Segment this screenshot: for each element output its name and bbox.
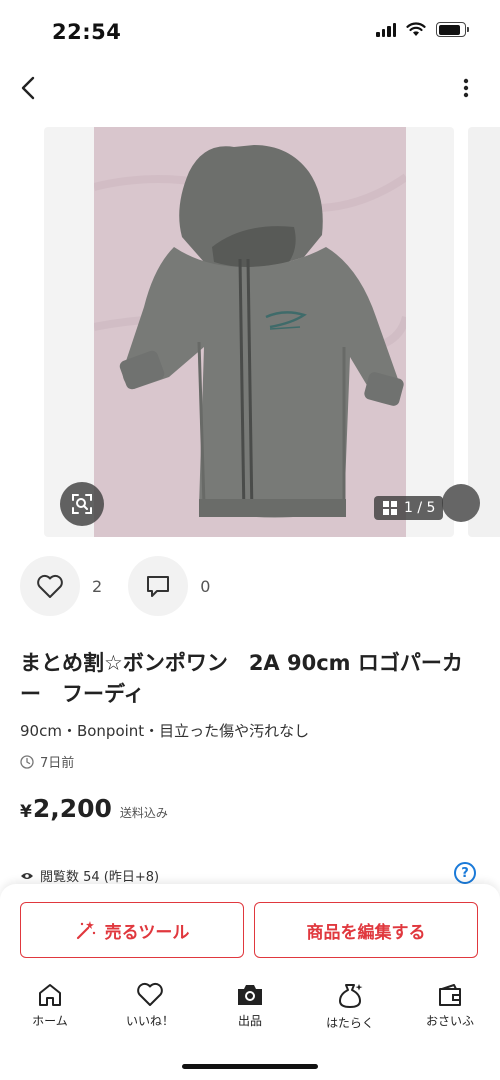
sell-tool-button[interactable]: 売るツール	[20, 902, 244, 958]
price-value: 2,200	[32, 794, 112, 823]
image-search-icon	[72, 494, 92, 514]
next-image-button[interactable]	[442, 484, 480, 522]
tab-home[interactable]: ホーム	[0, 982, 100, 1034]
tab-listing[interactable]: 出品	[200, 982, 300, 1034]
status-time: 22:54	[52, 20, 122, 44]
price-currency: ¥	[20, 802, 32, 822]
vertical-ellipsis-icon	[463, 78, 469, 98]
battery-icon	[436, 22, 469, 37]
item-title: まとめ割☆ボンポワン 2A 90cm ロゴパーカー フーディ	[20, 651, 463, 706]
like-count: 2	[92, 576, 103, 596]
help-button[interactable]: ?	[454, 862, 476, 884]
like-button[interactable]	[20, 556, 80, 616]
tab-wallet-label: おさいふ	[425, 1014, 474, 1028]
bottom-panel: 売るツール 商品を編集する ホーム いいね！ 出品 はたらく おさいふ	[0, 884, 500, 1080]
wallet-icon	[439, 984, 461, 1006]
sell-tool-label: 売るツール	[104, 922, 190, 943]
more-options-button[interactable]	[452, 72, 480, 104]
comment-button[interactable]	[128, 556, 189, 616]
image-carousel[interactable]	[44, 127, 500, 537]
clock-icon	[20, 754, 34, 769]
price: ¥ 2,200 送料込み	[20, 794, 168, 823]
image-counter-text: 1 / 5	[404, 500, 436, 516]
tab-work-label: はたらく	[326, 1016, 374, 1030]
product-photo[interactable]	[94, 127, 406, 537]
view-count-text: 閲覧数 54 (昨日+8)	[40, 870, 160, 885]
home-icon	[39, 984, 61, 1006]
heart-icon	[137, 982, 163, 1006]
view-count: 閲覧数 54 (昨日+8)	[20, 866, 159, 885]
gray-hoodie-photo	[94, 127, 406, 537]
tab-wallet[interactable]: おさいふ	[400, 982, 500, 1034]
cellular-signal-icon	[376, 22, 396, 37]
grid-icon	[383, 501, 397, 515]
edit-item-label: 商品を編集する	[306, 922, 426, 943]
tab-work[interactable]: はたらく	[300, 982, 400, 1034]
comment-count: 0	[200, 576, 211, 596]
posted-time: 7日前	[20, 752, 74, 771]
eye-icon	[21, 872, 33, 879]
engagement-actions: 2 0	[20, 556, 236, 616]
tab-likes-label: いいね！	[125, 1014, 174, 1028]
status-bar: 22:54	[0, 0, 500, 64]
tab-listing-label: 出品	[237, 1014, 262, 1028]
magic-wand-icon	[76, 921, 95, 940]
home-indicator	[182, 1064, 318, 1069]
image-search-button[interactable]	[60, 482, 104, 526]
edit-item-button[interactable]: 商品を編集する	[254, 902, 478, 958]
status-icons	[376, 22, 469, 37]
tab-bar: ホーム いいね！ 出品 はたらく おさいふ	[0, 982, 500, 1034]
battery-level	[438, 24, 460, 35]
next-slide-peek[interactable]	[468, 127, 500, 537]
item-meta: 90cm・Bonpoint・目立った傷や汚れなし	[20, 722, 310, 740]
back-button[interactable]	[14, 72, 42, 104]
camera-icon	[238, 985, 262, 1005]
shipping-note: 送料込み	[119, 806, 168, 820]
tab-home-label: ホーム	[32, 1014, 68, 1028]
tab-likes[interactable]: いいね！	[100, 982, 200, 1034]
money-bag-icon	[339, 984, 363, 1008]
chevron-left-icon	[21, 76, 35, 100]
image-counter: 1 / 5	[374, 496, 444, 520]
heart-icon	[37, 574, 63, 598]
current-slide[interactable]	[44, 127, 454, 537]
comment-icon	[147, 576, 170, 597]
wifi-icon	[406, 22, 426, 36]
posted-time-text: 7日前	[40, 756, 75, 771]
top-nav	[0, 68, 500, 108]
